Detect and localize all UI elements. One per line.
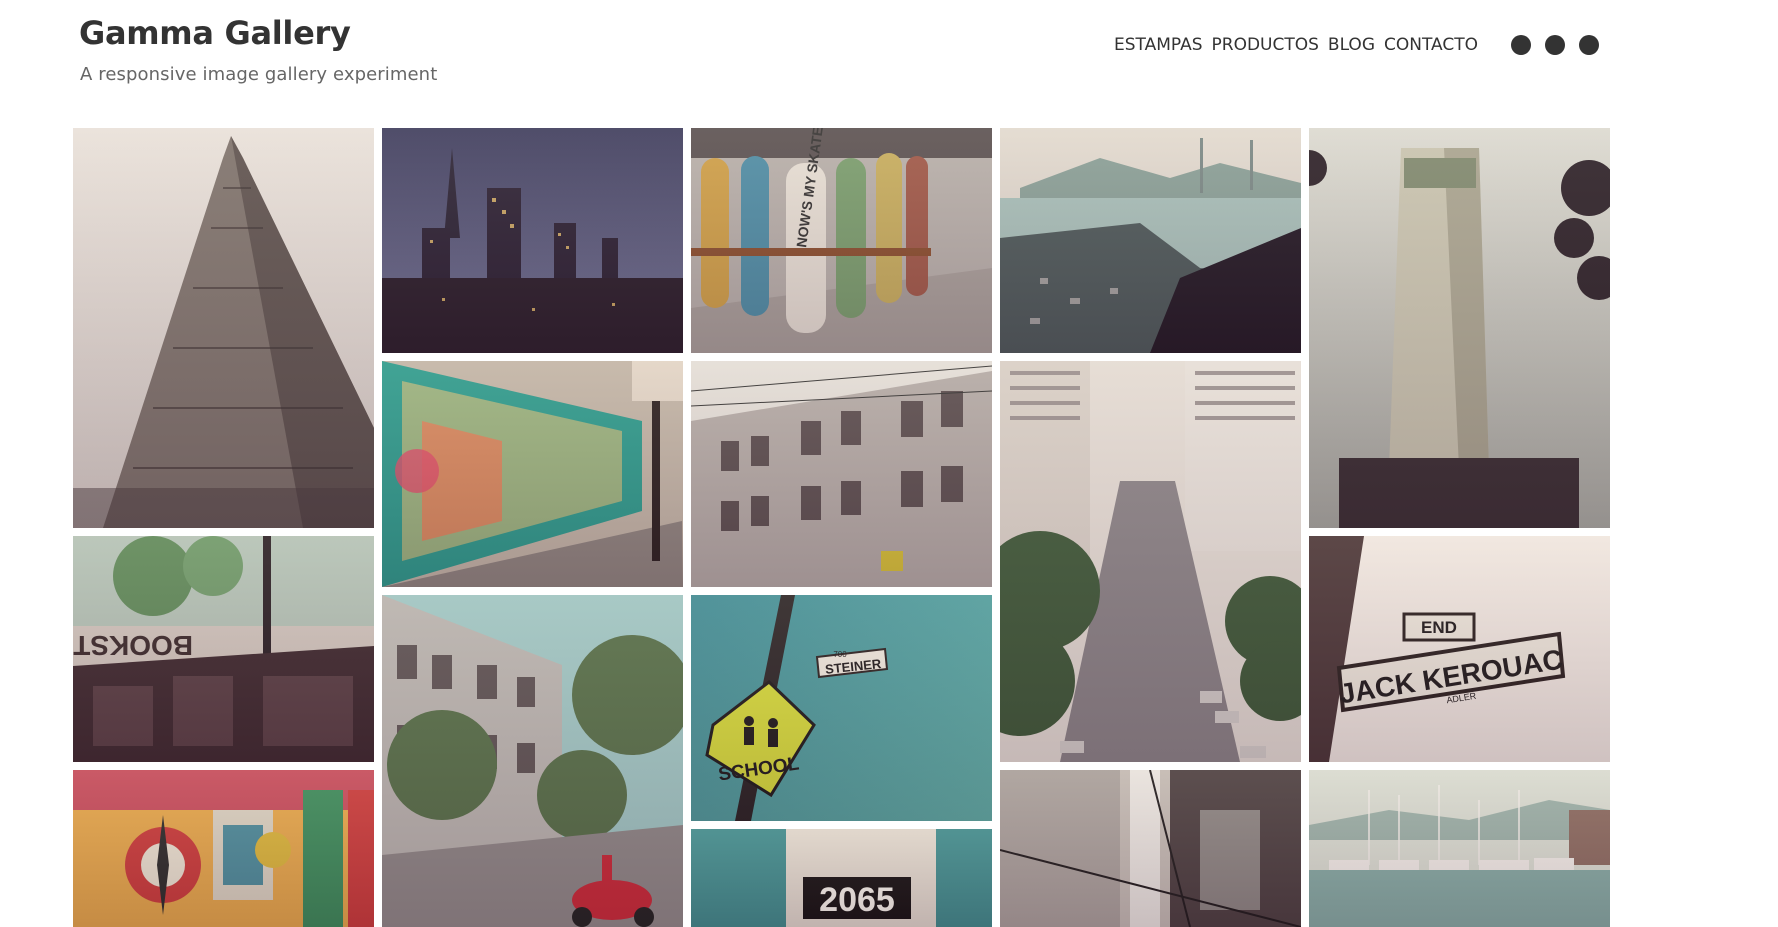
steep-street-photo[interactable] (1000, 361, 1301, 762)
main-nav: ESTAMPAS PRODUCTOS BLOG CONTACTO (1114, 35, 1599, 55)
marina-boats-photo[interactable] (1309, 770, 1610, 927)
nav-link-productos[interactable]: PRODUCTOS (1212, 35, 1319, 55)
sign-700-text: 700 (833, 650, 847, 659)
nav-link-contacto[interactable]: CONTACTO (1384, 35, 1478, 55)
nav-link-estampas[interactable]: ESTAMPAS (1114, 35, 1202, 55)
coit-tower-photo[interactable] (1309, 128, 1610, 528)
social-icon[interactable] (1511, 35, 1531, 55)
victorian-houses-photo[interactable] (691, 361, 992, 587)
social-icons (1497, 35, 1599, 55)
colorful-mural-photo[interactable] (73, 770, 374, 927)
nav-link-blog[interactable]: BLOG (1328, 35, 1375, 55)
jack-kerouac-sign-photo[interactable]: END JACK KEROUAC ADLER (1309, 536, 1610, 762)
mural-sidewalk-photo[interactable] (382, 361, 683, 587)
sign-end-text: END (1421, 618, 1457, 637)
school-sign-photo[interactable]: 700 STEINER SCHOOL (691, 595, 992, 821)
site-tagline: A responsive image gallery experiment (80, 64, 438, 85)
painted-ladies-scooter-photo[interactable] (382, 595, 683, 927)
site-title[interactable]: Gamma Gallery (79, 14, 351, 52)
bay-view-golden-gate-photo[interactable] (1000, 128, 1301, 353)
social-icon[interactable] (1579, 35, 1599, 55)
city-skyline-night-photo[interactable] (382, 128, 683, 353)
house-number-text: 2065 (819, 881, 895, 919)
social-icon[interactable] (1545, 35, 1565, 55)
window-wires-photo[interactable] (1000, 770, 1301, 927)
skateboard-planter-photo[interactable]: NOW'S MY SKATE BOARD (691, 128, 992, 353)
photo-gallery: NOW'S MY SKATE BOARD BOOKST END JACK KER… (73, 128, 1680, 927)
bookstore-text: BOOKSTORE (73, 630, 193, 661)
house-number-photo[interactable]: 2065 (691, 829, 992, 927)
bookstore-window-photo[interactable]: BOOKSTORE (73, 536, 374, 762)
flatiron-building-photo[interactable] (73, 128, 374, 528)
